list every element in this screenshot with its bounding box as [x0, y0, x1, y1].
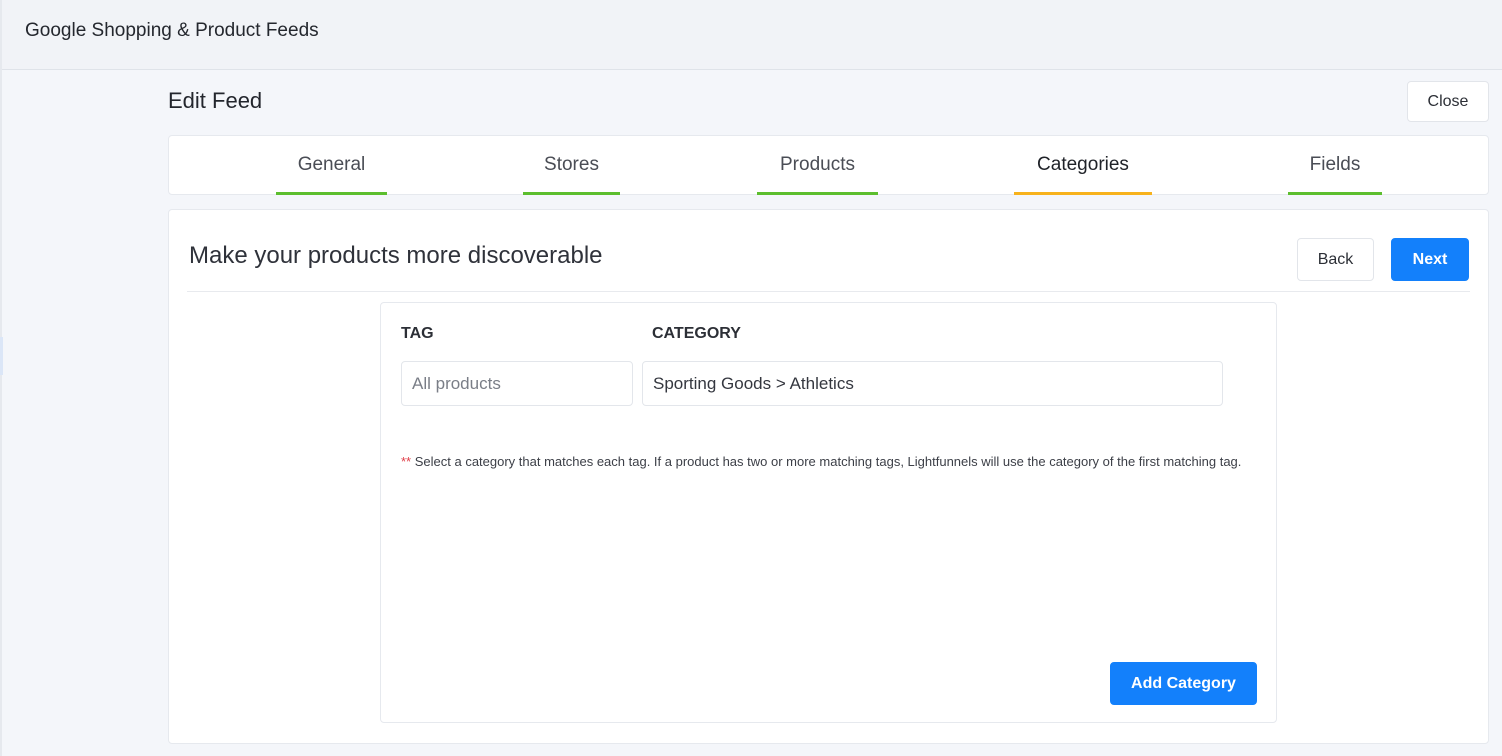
app-header: Google Shopping & Product Feeds [2, 0, 1502, 70]
close-button[interactable]: Close [1407, 81, 1489, 122]
tag-category-mapping: TAG CATEGORY All products Sporting Goods… [380, 302, 1277, 723]
tab-general[interactable]: General [276, 136, 387, 195]
tab-active-indicator [1014, 192, 1152, 195]
page-title: Edit Feed [168, 88, 263, 113]
tab-stores[interactable]: Stores [523, 136, 620, 195]
tab-products[interactable]: Products [757, 136, 878, 195]
categories-panel: Make your products more discoverable Bac… [168, 209, 1489, 744]
tab-label: Fields [1309, 153, 1361, 175]
next-button[interactable]: Next [1391, 238, 1469, 281]
tag-input[interactable]: All products [401, 361, 633, 406]
feed-steps-tabs: General Stores Products Categories Field… [168, 135, 1489, 195]
tag-column-header: TAG [401, 325, 434, 342]
tab-label: Categories [1037, 153, 1129, 175]
tab-categories[interactable]: Categories [1014, 136, 1152, 195]
tab-complete-indicator [1288, 192, 1382, 195]
tab-complete-indicator [276, 192, 387, 195]
section-title: Make your products more discoverable [189, 242, 603, 269]
tab-label: Products [780, 153, 855, 175]
category-select[interactable]: Sporting Goods > Athletics [642, 361, 1223, 406]
sidebar-collapse-handle[interactable] [0, 337, 3, 375]
add-category-button[interactable]: Add Category [1110, 662, 1257, 705]
tab-fields[interactable]: Fields [1288, 136, 1382, 195]
note-text: Select a category that matches each tag.… [411, 454, 1242, 469]
category-column-header: CATEGORY [652, 325, 741, 342]
mapping-help-note: ** Select a category that matches each t… [401, 452, 1261, 472]
back-button[interactable]: Back [1297, 238, 1374, 281]
tab-complete-indicator [523, 192, 620, 195]
app-title: Google Shopping & Product Feeds [25, 20, 319, 41]
tab-label: Stores [544, 153, 599, 175]
tab-complete-indicator [757, 192, 878, 195]
left-edge [0, 0, 2, 756]
note-marker: ** [401, 454, 412, 469]
tab-label: General [297, 153, 366, 175]
section-divider [187, 291, 1470, 292]
